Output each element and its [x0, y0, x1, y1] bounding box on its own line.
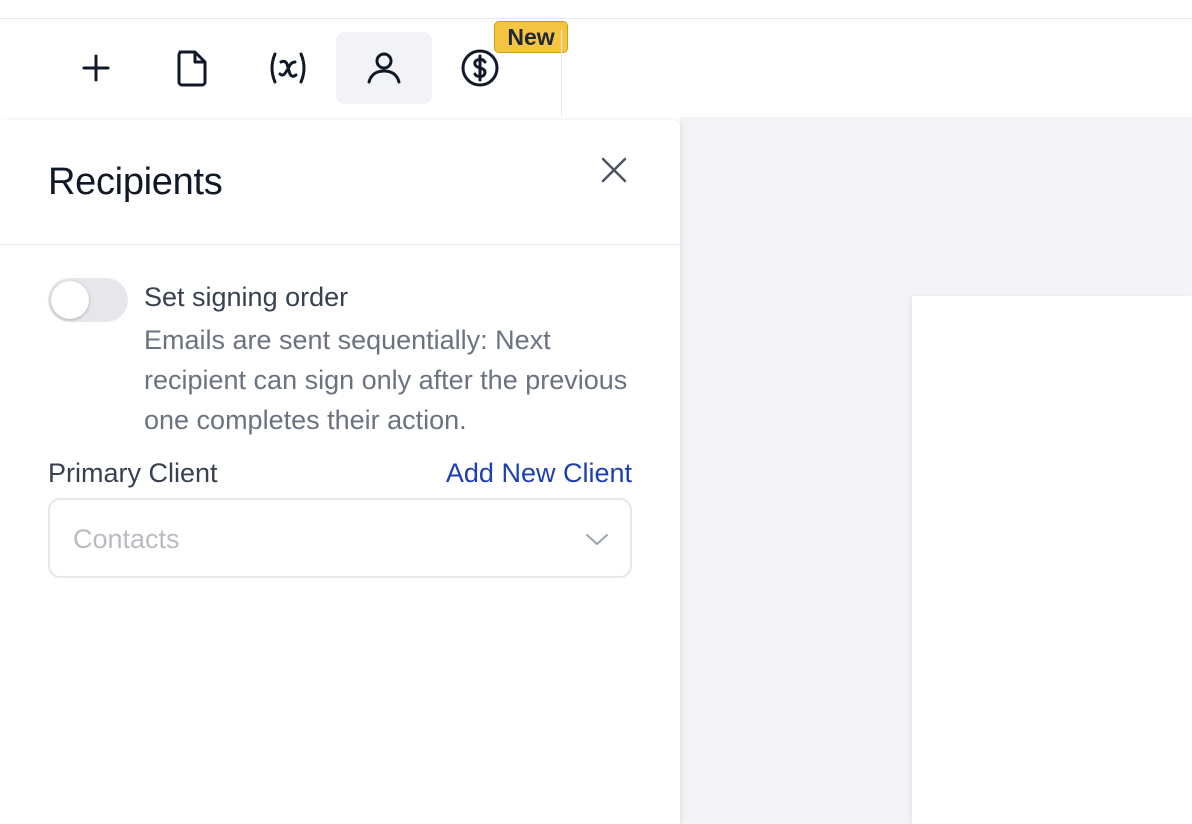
plus-icon	[82, 54, 110, 82]
dollar-circle-icon	[461, 49, 499, 87]
toolbar-divider	[561, 30, 562, 116]
variables-tool-button[interactable]	[240, 32, 336, 104]
panel-header-divider	[0, 244, 680, 245]
chevron-down-icon	[586, 534, 608, 545]
add-new-client-link[interactable]: Add New Client	[446, 458, 632, 489]
panel-title: Recipients	[48, 161, 223, 203]
contacts-select[interactable]: Contacts	[48, 498, 632, 578]
recipients-tool-button[interactable]	[336, 32, 432, 104]
new-badge: New	[494, 21, 568, 53]
user-icon	[367, 52, 401, 84]
add-tool-button[interactable]	[48, 32, 144, 104]
primary-client-label: Primary Client	[48, 458, 218, 488]
signing-order-label: Set signing order	[144, 282, 349, 312]
document-tool-button[interactable]	[144, 32, 240, 104]
file-icon	[177, 50, 207, 87]
contacts-select-placeholder: Contacts	[73, 524, 180, 554]
close-icon	[601, 157, 627, 183]
close-button[interactable]	[594, 150, 634, 190]
variable-icon	[270, 52, 306, 84]
signing-order-description: Emails are sent sequentially: Next recip…	[144, 325, 628, 435]
signing-order-toggle[interactable]	[48, 278, 128, 322]
toggle-knob	[51, 281, 89, 319]
document-page[interactable]	[912, 296, 1192, 824]
